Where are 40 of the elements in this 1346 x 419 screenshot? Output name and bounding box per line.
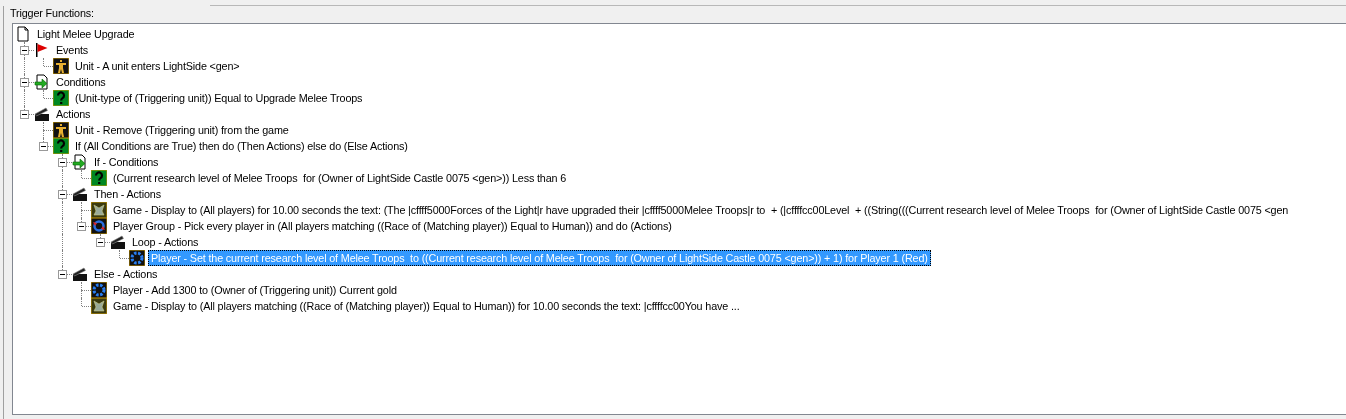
tree-item[interactable]: If (All Conditions are True) then do (Then Actions) else do (Else Actions) [72,138,411,154]
arrows-circle-icon [91,218,107,234]
collapse-button[interactable] [20,46,29,55]
tree-item[interactable]: Events [53,42,92,58]
collapse-button[interactable] [20,78,29,87]
emblem-icon [91,202,107,218]
figure-icon [53,58,69,74]
tree-item[interactable]: (Current research level of Melee Troops for (Owner of LightSide Castle 0075 <gen>)) Less than 6 [110,170,570,186]
figure-icon [53,122,69,138]
tree-item[interactable]: Loop - Actions [129,234,202,250]
collapse-button[interactable] [58,190,67,199]
cog-icon [91,282,107,298]
document-icon [15,26,31,42]
emblem-icon [91,298,107,314]
collapse-button[interactable] [77,222,86,231]
tree-item[interactable]: Game - Display to (All players) for 10.00 seconds the text: (The |cffff5000Forces of the Light|r have upgraded their |cffff5000Melee Troops|r to + (|cffffcc00Level + ((String(((Current research level of Melee Troops for (Owner of LightSide Castle 0075 <gen [110,202,1292,218]
tree-item[interactable]: Actions [53,106,94,122]
collapse-button[interactable] [58,158,67,167]
collapse-button[interactable] [58,270,67,279]
tree-item[interactable]: (Unit-type of (Triggering unit)) Equal to Upgrade Melee Troops [72,90,366,106]
tree-item[interactable]: Light Melee Upgrade [34,26,138,42]
tree-item[interactable]: Else - Actions [91,266,161,282]
tree-item[interactable]: Then - Actions [91,186,164,202]
question-mark-icon [91,170,107,186]
tree-item[interactable]: Player Group - Pick every player in (All players matching ((Race of (Matching player)) Equal to Human)) and do (Actions) [110,218,675,234]
document-arrow-icon [34,74,50,90]
collapse-button[interactable] [20,110,29,119]
panel-label: Trigger Functions: [10,6,95,21]
cog-icon [129,250,145,266]
document-arrow-icon [72,154,88,170]
tree-item[interactable]: Game - Display to (All players matching ((Race of (Matching player)) Equal to Human)) for 10.00 seconds the text: |cffffcc00You have ... [110,298,743,314]
tree-item[interactable]: Player - Add 1300 to (Owner of (Triggering unit)) Current gold [110,282,400,298]
tree-item[interactable]: Unit - A unit enters LightSide <gen> [72,58,243,74]
question-mark-icon [53,90,69,106]
collapse-button[interactable] [96,238,105,247]
tree-item[interactable]: Unit - Remove (Triggering unit) from the game [72,122,292,138]
tree-item[interactable]: If - Conditions [91,154,162,170]
tree-item[interactable]: Conditions [53,74,109,90]
collapse-button[interactable] [39,142,48,151]
question-mark-icon [53,138,69,154]
